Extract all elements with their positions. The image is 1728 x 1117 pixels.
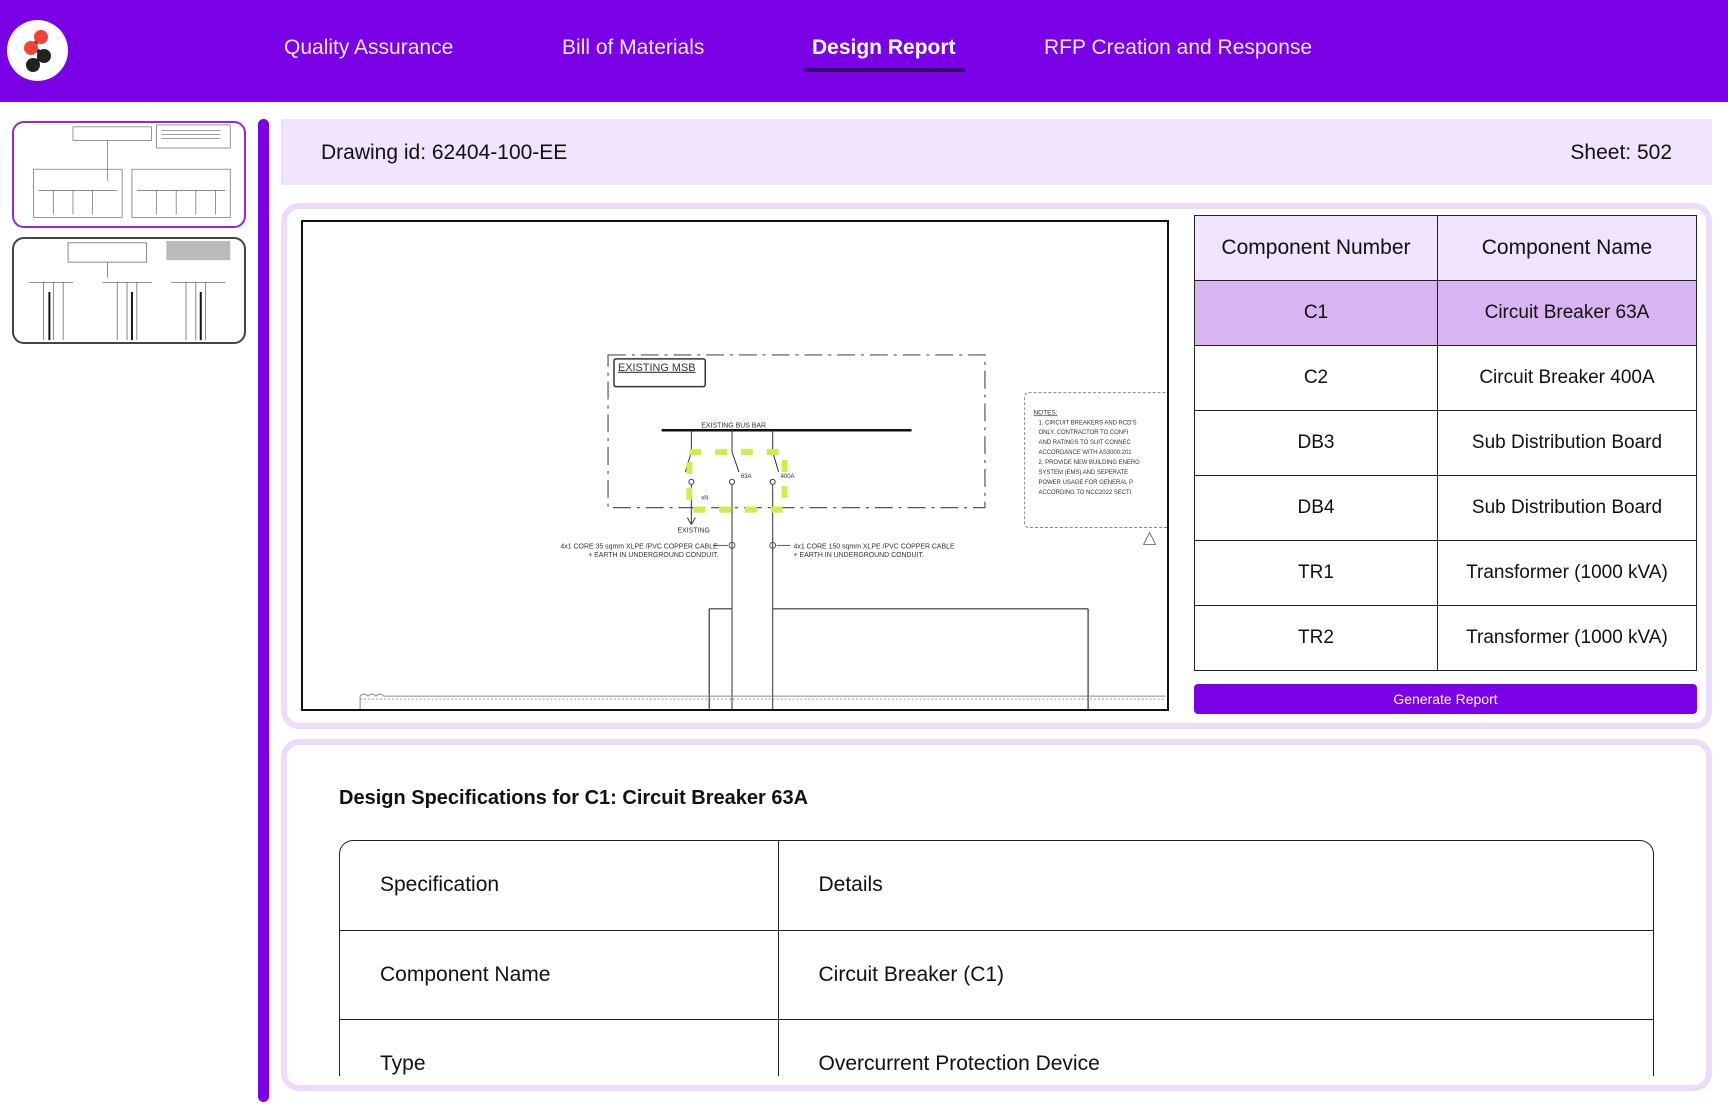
drawing-label-63a: 63A	[741, 474, 752, 480]
revision-triangle-icon	[1143, 531, 1157, 545]
spec-name: Specification	[340, 841, 779, 931]
drawing-note-line: ACCORDANCE WITH AS3000:201	[1039, 450, 1133, 456]
spec-detail: Details	[778, 841, 1653, 931]
spec-row: Type Overcurrent Protection Device	[340, 1019, 1653, 1076]
specifications-title: Design Specifications for C1: Circuit Br…	[339, 787, 809, 809]
nav-bill-of-materials[interactable]: Bill of Materials	[562, 36, 704, 60]
nav-quality-assurance[interactable]: Quality Assurance	[284, 36, 453, 60]
drawing-note-line: 1. CIRCUIT BREAKERS AND RCD'S	[1039, 420, 1137, 426]
component-row-db3[interactable]: DB3 Sub Distribution Board	[1194, 410, 1698, 476]
drawing-viewer[interactable]: EXISTING MSB EXISTING BUS BAR 63A 400A x…	[301, 220, 1169, 711]
drawing-id: Drawing id: 62404-100-EE	[321, 141, 568, 164]
component-number: DB3	[1194, 410, 1438, 476]
component-name: Circuit Breaker 63A	[1436, 280, 1698, 346]
component-number: C2	[1194, 345, 1438, 411]
drawing-label-400a: 400A	[781, 474, 795, 480]
component-row-db4[interactable]: DB4 Sub Distribution Board	[1194, 475, 1698, 541]
drawing-notes-title: NOTES:	[1034, 409, 1058, 416]
component-number: C1	[1194, 280, 1438, 346]
component-number: TR2	[1194, 605, 1438, 671]
drawing-note-line: ACCORDING TO NCC2022 SECTI	[1039, 490, 1132, 496]
drawing-label-xn: xN	[701, 496, 708, 502]
component-name: Circuit Breaker 400A	[1436, 345, 1698, 411]
component-row-tr2[interactable]: TR2 Transformer (1000 kVA)	[1194, 605, 1698, 671]
drawing-note-line: POWER USAGE FOR GENERAL P	[1039, 480, 1134, 486]
sheet-number: Sheet: 502	[1570, 141, 1672, 164]
component-number: TR1	[1194, 540, 1438, 606]
specifications-table-container[interactable]: Specification Details Component Name Cir…	[339, 840, 1654, 1076]
drawing-label-cable1: 4x1 CORE 35 sqmm XLPE /PVC COPPER CABLE	[560, 543, 718, 550]
nav-rfp-creation[interactable]: RFP Creation and Response	[1044, 36, 1312, 60]
specifications-table: Specification Details Component Name Cir…	[340, 841, 1653, 1076]
drawing-label-cable2-earth: + EARTH IN UNDERGROUND CONDUIT.	[794, 552, 924, 559]
component-name: Transformer (1000 kVA)	[1436, 605, 1698, 671]
drawing-label-cable1-earth: + EARTH IN UNDERGROUND CONDUIT.	[588, 552, 718, 559]
drawing-label-cable2: 4x1 CORE 150 sqmm XLPE /PVC COPPER CABLE	[794, 543, 956, 550]
drawing-label-busbar: EXISTING BUS BAR	[701, 422, 766, 429]
drawing-label-msb: EXISTING MSB	[618, 362, 696, 374]
top-nav-bar: Quality Assurance Bill of Materials Desi…	[0, 0, 1728, 102]
nav-active-underline	[804, 68, 965, 72]
sheet-thumbnail-2[interactable]	[12, 237, 246, 344]
vertical-divider	[258, 119, 269, 1102]
generate-report-button[interactable]: Generate Report	[1194, 684, 1697, 714]
column-header-component-name: Component Name	[1436, 215, 1698, 281]
component-row-c2[interactable]: C2 Circuit Breaker 400A	[1194, 345, 1698, 411]
drawing-note-line: ONLY. CONTRACTOR TO CONFI	[1039, 430, 1129, 436]
component-name: Sub Distribution Board	[1436, 410, 1698, 476]
drawing-note-line: SYSTEM (EMS) AND SEPERATE	[1039, 470, 1129, 476]
drawing-note-line: 2. PROVIDE NEW BUILDING ENERG	[1039, 460, 1141, 466]
sheet-thumbnail-1[interactable]	[12, 121, 246, 228]
spec-name: Type	[340, 1019, 779, 1076]
app-logo-icon[interactable]	[7, 20, 68, 81]
nav-design-report[interactable]: Design Report	[812, 36, 956, 60]
component-table: Component Number Component Name C1 Circu…	[1194, 215, 1698, 671]
component-row-c1[interactable]: C1 Circuit Breaker 63A	[1194, 280, 1698, 346]
drawing-note-line: AND RATINGS TO SUIT CONNEC	[1039, 440, 1132, 446]
component-name: Sub Distribution Board	[1436, 475, 1698, 541]
spec-row: Specification Details	[340, 841, 1653, 931]
component-name: Transformer (1000 kVA)	[1436, 540, 1698, 606]
drawing-header: Drawing id: 62404-100-EE Sheet: 502	[281, 119, 1712, 185]
spec-detail: Overcurrent Protection Device	[778, 1019, 1653, 1076]
spec-row: Component Name Circuit Breaker (C1)	[340, 930, 1653, 1020]
spec-name: Component Name	[340, 930, 779, 1020]
column-header-component-number: Component Number	[1194, 215, 1438, 281]
component-row-tr1[interactable]: TR1 Transformer (1000 kVA)	[1194, 540, 1698, 606]
spec-detail: Circuit Breaker (C1)	[778, 930, 1653, 1020]
component-number: DB4	[1194, 475, 1438, 541]
drawing-label-existing: EXISTING	[677, 527, 709, 534]
